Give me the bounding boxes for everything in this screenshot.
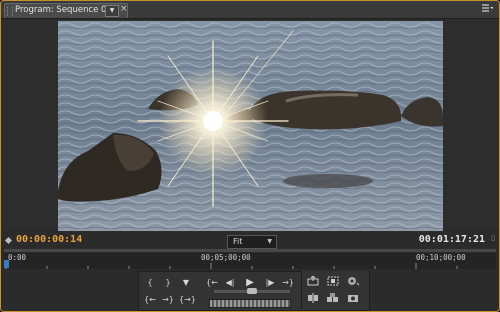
marker-icon[interactable] [4, 236, 13, 245]
trim-icon[interactable] [306, 293, 320, 305]
current-timecode[interactable]: 00:00:00:14 [16, 234, 82, 245]
extract-icon[interactable] [326, 276, 340, 288]
tab-label: Program: Sequence 01 [15, 5, 112, 15]
video-viewer[interactable] [1, 19, 499, 231]
go-to-previous-edit-button[interactable]: {← [143, 294, 157, 306]
play-in-to-out-button[interactable]: {→} [179, 294, 196, 306]
jog-wheel[interactable] [209, 299, 291, 308]
controls-spacer [1, 271, 138, 311]
go-to-next-edit-button[interactable]: →} [161, 294, 175, 306]
mark-out-button[interactable]: } [161, 277, 175, 289]
close-icon[interactable]: × [120, 4, 128, 14]
monitor-info-bar: 00:00:00:14 Fit ▼ 00:01:17:21 [1, 232, 499, 250]
panel-resize-icon[interactable]: ▯ [491, 234, 495, 242]
ruler-ticks [5, 263, 458, 269]
add-marker-button[interactable]: ▼ [179, 277, 193, 289]
chevron-down-icon[interactable]: ▼ [105, 5, 119, 17]
go-to-out-button[interactable]: →} [281, 277, 295, 289]
shuttle-knob[interactable] [247, 288, 257, 294]
playhead-line [6, 267, 7, 269]
ruler-label-10min: 00;10;00;00 [416, 253, 466, 262]
duration-timecode: 00:01:17:21 [418, 234, 485, 245]
edit-controls [301, 271, 369, 309]
chevron-down-icon: ▼ [267, 238, 272, 245]
zoom-level-value: Fit [233, 237, 243, 246]
lift-icon[interactable] [306, 275, 320, 288]
mark-in-button[interactable]: { [143, 277, 157, 289]
panel-menu-icon[interactable] [481, 3, 494, 16]
ruler-label-start: 0:00 [8, 253, 27, 262]
tab-program-sequence[interactable]: Program: Sequence 01 ▼ × [4, 3, 128, 18]
program-monitor-panel: Program: Sequence 01 ▼ × 00:00:00:14 Fit… [0, 0, 500, 312]
time-ruler[interactable]: 0:00 00;05;00;00 00;10;00;00 [4, 253, 496, 269]
video-frame [58, 21, 443, 231]
go-to-in-button[interactable]: {← [205, 277, 219, 289]
step-back-button[interactable]: ◀| [223, 277, 237, 289]
tab-grip-icon[interactable] [7, 7, 13, 16]
output-icon[interactable] [346, 293, 360, 305]
view-area-scrollbar[interactable] [4, 249, 496, 252]
panel-tab-bar: Program: Sequence 01 ▼ × [1, 1, 499, 19]
ruler-label-5min: 00;05;00;00 [201, 253, 251, 262]
zoom-level-select[interactable]: Fit ▼ [227, 235, 277, 249]
step-forward-button[interactable]: |▶ [263, 277, 277, 289]
multicam-icon[interactable] [326, 293, 340, 305]
video-frame-image [58, 21, 443, 231]
export-frame-icon[interactable] [346, 276, 360, 288]
